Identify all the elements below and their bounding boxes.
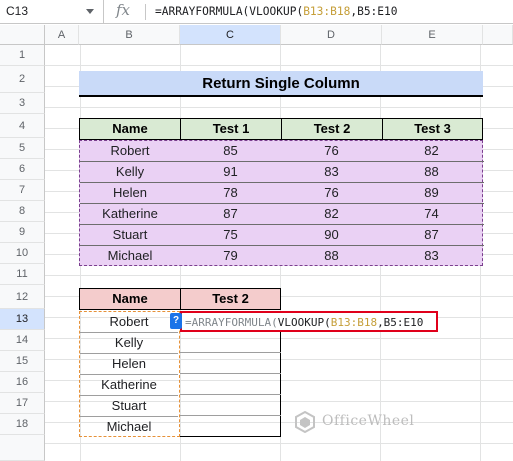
column-header-d[interactable]: D xyxy=(281,25,382,45)
cell-divider xyxy=(180,415,281,416)
table-cell[interactable]: 75 xyxy=(180,225,281,246)
table-cell[interactable]: 90 xyxy=(281,225,382,246)
table-cell[interactable]: 87 xyxy=(382,225,481,246)
chevron-down-icon[interactable] xyxy=(86,9,94,14)
table-cell[interactable]: 82 xyxy=(382,141,481,162)
table-cell[interactable]: 78 xyxy=(180,183,281,204)
table-header-name[interactable]: Name xyxy=(79,118,180,140)
table-header-test3[interactable]: Test 3 xyxy=(382,118,483,140)
cell-formula-prefix: =ARRAYFORMULA( xyxy=(185,316,278,329)
formula-bar: C13 fx =ARRAYFORMULA(VLOOKUP(B13:B18,B5:… xyxy=(0,0,513,24)
row-header[interactable]: 11 xyxy=(0,264,45,285)
lookup-range[interactable]: Robert 85 76 82 Kelly 91 83 88 Helen 78 … xyxy=(79,140,484,267)
table-row: Kelly 91 83 88 xyxy=(80,162,484,183)
row-header[interactable]: 4 xyxy=(0,114,45,138)
row-header[interactable]: 17 xyxy=(0,393,45,414)
list-item[interactable]: Stuart xyxy=(80,396,178,417)
cell-formula-suffix: ,B5:E10 xyxy=(377,316,424,329)
cell-divider xyxy=(180,373,281,374)
formula-input[interactable]: =ARRAYFORMULA(VLOOKUP(B13:B18,B5:E10 xyxy=(155,5,398,18)
cell-formula-text[interactable]: =ARRAYFORMULA(VLOOKUP(B13:B18,B5:E10 xyxy=(185,316,423,329)
column-header-f[interactable] xyxy=(483,25,513,45)
table-cell[interactable]: Katherine xyxy=(80,204,180,225)
search-key-range[interactable]: Robert Kelly Helen Katherine Stuart Mich… xyxy=(79,311,180,437)
table-row: Helen 78 76 89 xyxy=(80,183,484,204)
table-row: Robert 85 76 82 xyxy=(80,141,484,162)
cell-divider xyxy=(180,394,281,395)
cell-divider xyxy=(180,436,281,437)
formula-prefix: =ARRAYFORMULA(VLOOKUP( xyxy=(155,5,304,18)
select-all-corner[interactable] xyxy=(0,25,45,45)
table-cell[interactable]: Helen xyxy=(80,183,180,204)
table-cell[interactable]: 88 xyxy=(382,162,481,183)
table-cell[interactable]: 87 xyxy=(180,204,281,225)
column-header-b[interactable]: B xyxy=(79,25,180,45)
cell-formula-range-ref: B13:B18 xyxy=(330,316,378,329)
column-header-c[interactable]: C xyxy=(180,25,281,45)
row-header[interactable]: 14 xyxy=(0,330,45,351)
formula-range-ref: B13:B18 xyxy=(303,5,351,18)
row-header[interactable]: 16 xyxy=(0,372,45,393)
watermark-text: OfficeWheel xyxy=(322,413,415,429)
table-cell[interactable]: 89 xyxy=(382,183,481,204)
list-item[interactable]: Helen xyxy=(80,354,178,375)
table-cell[interactable]: 91 xyxy=(180,162,281,183)
row-header[interactable]: 5 xyxy=(0,138,45,159)
row-header[interactable]: 1 xyxy=(0,45,45,66)
row-header[interactable] xyxy=(0,435,45,461)
formula-suffix: ,B5:E10 xyxy=(350,5,398,18)
list-item[interactable]: Robert xyxy=(80,312,178,333)
table-cell[interactable]: Robert xyxy=(80,141,180,162)
table-header-test2[interactable]: Test 2 xyxy=(281,118,382,140)
row-header[interactable]: 15 xyxy=(0,351,45,372)
cell-divider xyxy=(180,352,281,353)
list-item[interactable]: Katherine xyxy=(80,375,178,396)
result-header-test2[interactable]: Test 2 xyxy=(180,288,281,310)
officewheel-logo-icon xyxy=(295,411,315,433)
list-item[interactable]: Michael xyxy=(80,417,178,438)
row-header[interactable]: 8 xyxy=(0,201,45,222)
row-header[interactable]: 3 xyxy=(0,93,45,114)
result-header-name[interactable]: Name xyxy=(79,288,181,310)
table-cell[interactable]: 79 xyxy=(180,246,281,267)
table-cell[interactable]: 76 xyxy=(281,141,382,162)
table-header-test1[interactable]: Test 1 xyxy=(180,118,281,140)
formula-divider xyxy=(145,4,146,20)
formula-help-icon[interactable]: ? xyxy=(170,313,182,329)
active-cell-editor[interactable]: =ARRAYFORMULA(VLOOKUP(B13:B18,B5:E10 xyxy=(180,311,438,332)
row-header[interactable]: 12 xyxy=(0,285,45,309)
list-item[interactable]: Kelly xyxy=(80,333,178,354)
row-header[interactable]: 9 xyxy=(0,222,45,243)
table-cell[interactable]: 83 xyxy=(281,162,382,183)
table-cell[interactable]: 76 xyxy=(281,183,382,204)
table-cell[interactable]: 88 xyxy=(281,246,382,267)
column-header-e[interactable]: E xyxy=(382,25,483,45)
cell-formula-func: VLOOKUP( xyxy=(277,316,331,329)
table-cell[interactable]: 85 xyxy=(180,141,281,162)
row-header[interactable]: 2 xyxy=(0,66,45,93)
table-cell[interactable]: Kelly xyxy=(80,162,180,183)
page-title: Return Single Column xyxy=(79,71,483,97)
name-box[interactable]: C13 xyxy=(0,0,104,24)
fx-icon: fx xyxy=(116,1,131,19)
row-header[interactable]: 10 xyxy=(0,243,45,264)
name-box-value: C13 xyxy=(6,4,29,18)
table-cell[interactable]: Stuart xyxy=(80,225,180,246)
row-header[interactable]: 7 xyxy=(0,180,45,201)
table-row: Katherine 87 82 74 xyxy=(80,204,484,225)
table-cell[interactable]: 74 xyxy=(382,204,481,225)
table-row: Michael 79 88 83 xyxy=(80,246,484,267)
table-cell[interactable]: 83 xyxy=(382,246,481,267)
table-row: Stuart 75 90 87 xyxy=(80,225,484,246)
table-cell[interactable]: 82 xyxy=(281,204,382,225)
row-header[interactable]: 13 xyxy=(0,309,45,330)
column-header-a[interactable]: A xyxy=(45,25,79,45)
table-cell[interactable]: Michael xyxy=(80,246,180,267)
row-header[interactable]: 6 xyxy=(0,159,45,180)
row-header[interactable]: 18 xyxy=(0,414,45,435)
score-table: Name Test 1 Test 2 Test 3 Robert 85 76 8… xyxy=(79,118,484,267)
